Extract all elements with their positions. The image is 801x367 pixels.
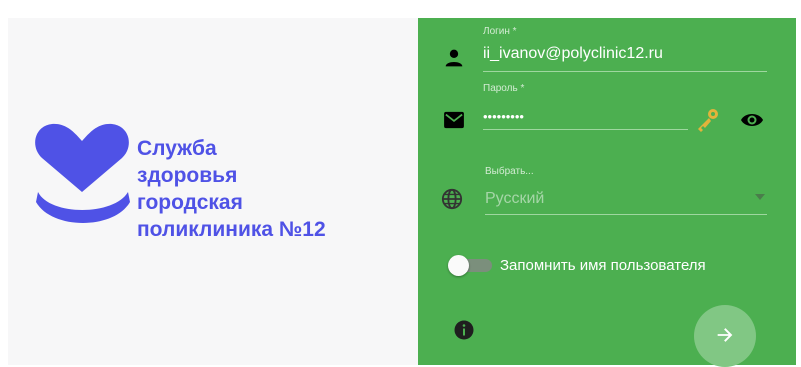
login-label: Логин * (483, 26, 517, 37)
password-underline (483, 129, 688, 130)
key-icon[interactable] (694, 107, 720, 133)
language-underline (485, 214, 767, 215)
language-select[interactable]: Русский (485, 190, 544, 208)
password-input[interactable]: ••••••••• (483, 109, 524, 124)
top-strip (0, 0, 801, 18)
login-underline (483, 71, 767, 72)
password-label: Пароль * (483, 83, 525, 94)
language-label: Выбрать... (485, 166, 534, 177)
right-edge (796, 0, 801, 365)
brand-line: поликлиника №12 (137, 218, 326, 241)
brand-line: здоровья (137, 164, 238, 187)
brand-line: городская (137, 191, 243, 214)
info-icon[interactable] (454, 320, 474, 340)
remember-toggle[interactable] (448, 255, 498, 276)
submit-button[interactable] (694, 305, 756, 367)
brand-name: Служба здоровья городская поликлиника №1… (137, 135, 326, 243)
chevron-down-icon[interactable] (755, 194, 765, 200)
remember-label: Запомнить имя пользователя (500, 257, 706, 274)
person-icon (445, 49, 463, 67)
globe-icon (441, 188, 463, 210)
brand-line: Служба (137, 137, 217, 160)
toggle-thumb (448, 255, 469, 276)
heart-smile-logo-icon (35, 123, 130, 223)
arrow-right-icon (717, 328, 733, 342)
mail-icon (444, 111, 464, 129)
login-input[interactable]: ii_ivanov@polyclinic12.ru (483, 45, 663, 63)
eye-icon[interactable] (740, 111, 764, 129)
